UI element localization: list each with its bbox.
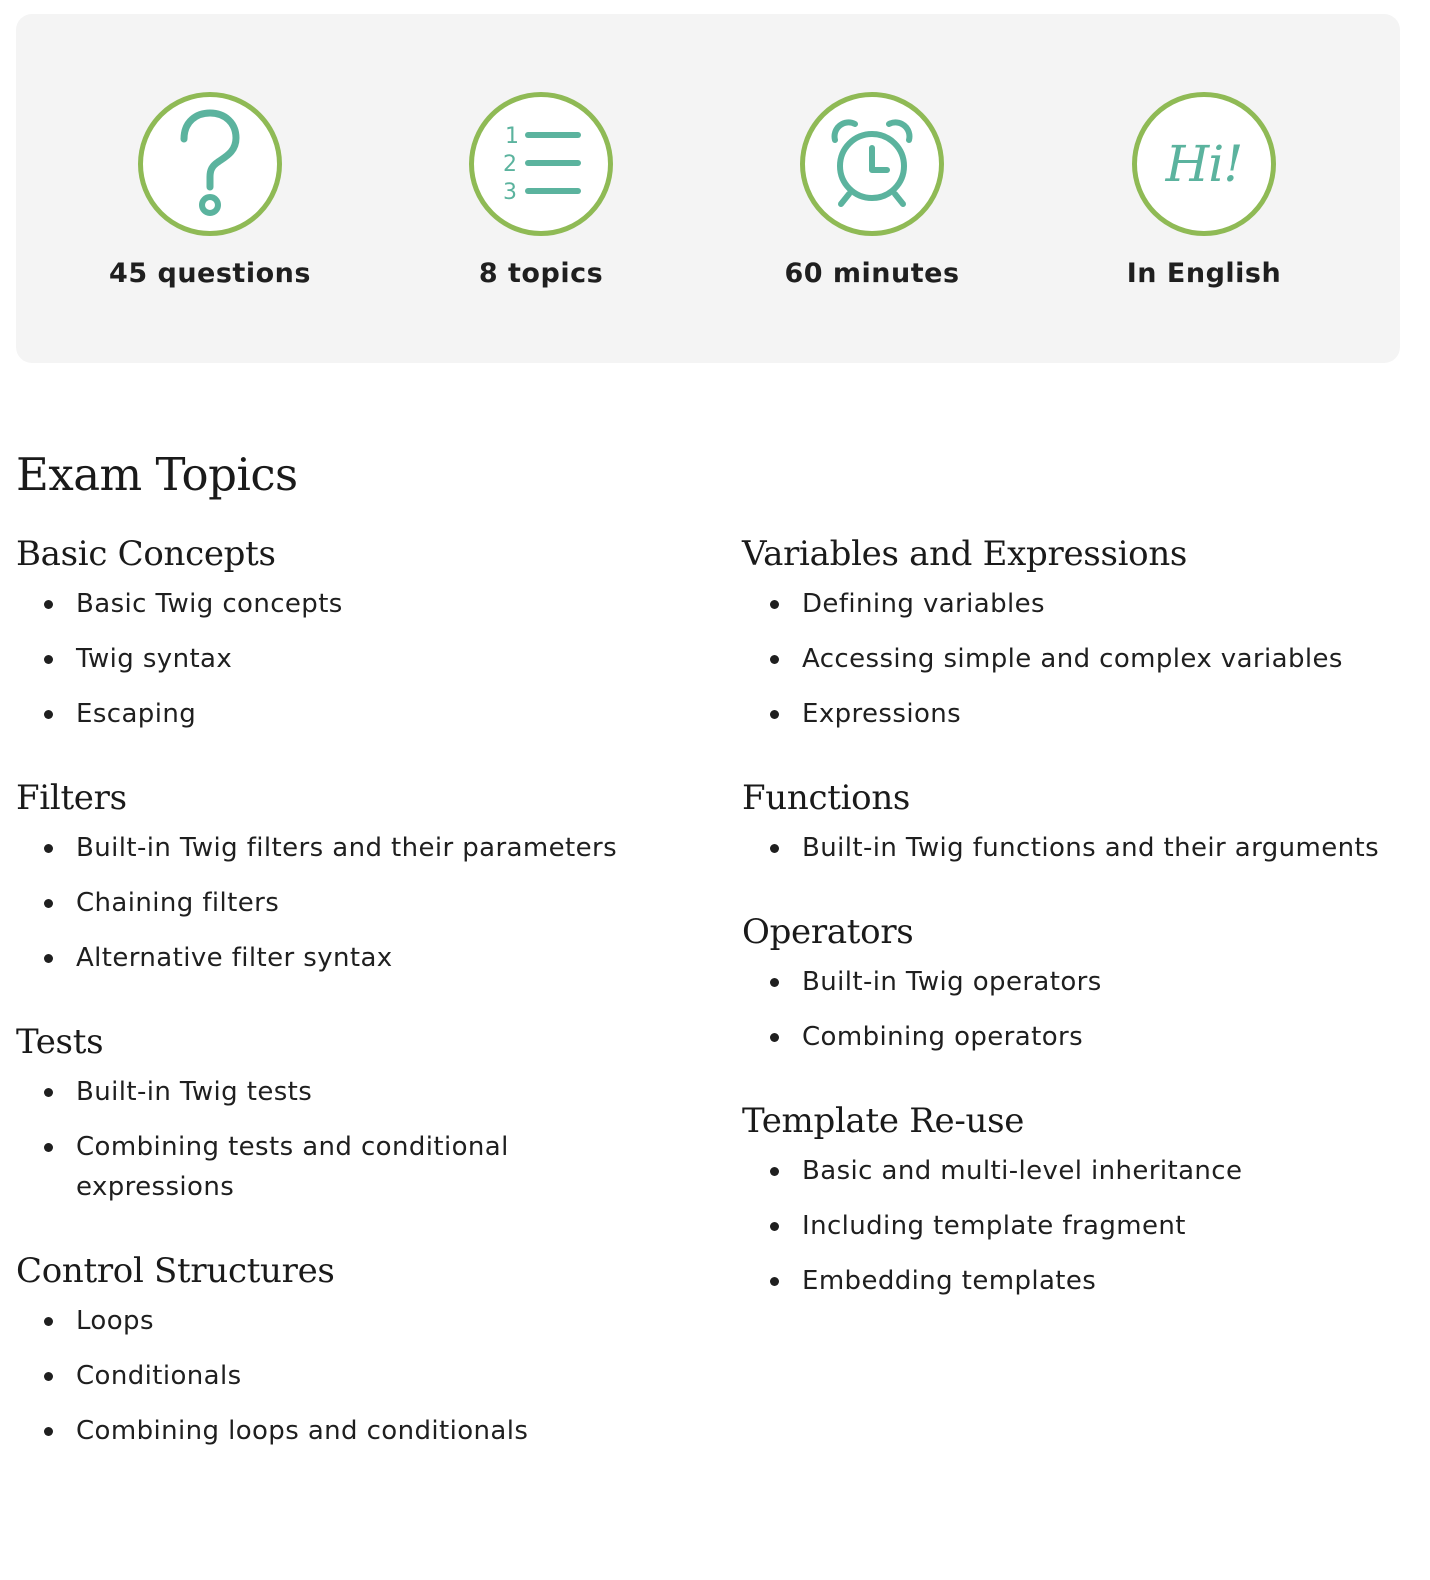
topic-title: Template Re-use bbox=[742, 1101, 1025, 1141]
list-number: 3 bbox=[503, 180, 517, 205]
topic-list: Basic Twig concepts Twig syntax Escaping bbox=[16, 584, 696, 734]
topic-variables-and-expressions: Variables and Expressions Defining varia… bbox=[742, 530, 1422, 734]
stat-language: Hi! In English bbox=[1054, 92, 1354, 289]
list-item: Loops bbox=[16, 1301, 696, 1341]
topic-tests: Tests Built-in Twig tests Combining test… bbox=[16, 1018, 696, 1207]
question-mark-icon bbox=[180, 109, 240, 216]
topic-list: Defining variables Accessing simple and … bbox=[742, 584, 1422, 734]
list-item: Combining tests and conditional expressi… bbox=[16, 1127, 546, 1207]
numbered-list-icon: 1 2 3 bbox=[503, 124, 581, 205]
stat-icon-ring: Hi! bbox=[1132, 92, 1276, 236]
stat-label: In English bbox=[1126, 258, 1282, 289]
list-item: Expressions bbox=[742, 694, 1422, 734]
stat-icon-ring: 1 2 3 bbox=[469, 92, 613, 236]
topic-template-re-use: Template Re-use Basic and multi-level in… bbox=[742, 1097, 1422, 1301]
list-item: Built-in Twig functions and their argume… bbox=[742, 828, 1422, 868]
topic-operators: Operators Built-in Twig operators Combin… bbox=[742, 908, 1422, 1057]
list-item: Built-in Twig filters and their paramete… bbox=[16, 828, 696, 868]
list-item: Built-in Twig operators bbox=[742, 962, 1422, 1002]
alarm-clock-icon bbox=[831, 119, 913, 207]
topic-control-structures: Control Structures Loops Conditionals Co… bbox=[16, 1247, 696, 1451]
topic-list: Basic and multi-level inheritance Includ… bbox=[742, 1151, 1422, 1301]
topic-basic-concepts: Basic Concepts Basic Twig concepts Twig … bbox=[16, 530, 696, 734]
page-title: Exam Topics bbox=[16, 448, 298, 501]
topic-title: Functions bbox=[742, 778, 911, 818]
topic-title: Basic Concepts bbox=[16, 534, 276, 574]
topic-title: Tests bbox=[16, 1022, 104, 1062]
list-item: Combining loops and conditionals bbox=[16, 1411, 696, 1451]
list-item: Alternative filter syntax bbox=[16, 938, 696, 978]
topic-title: Filters bbox=[16, 778, 127, 818]
list-item: Including template fragment bbox=[742, 1206, 1422, 1246]
stat-label: 45 questions bbox=[109, 258, 311, 289]
stat-minutes: 60 minutes bbox=[722, 92, 1022, 289]
stat-icon-ring bbox=[800, 92, 944, 236]
topic-title: Operators bbox=[742, 912, 914, 952]
list-number: 1 bbox=[505, 124, 519, 149]
list-item: Defining variables bbox=[742, 584, 1422, 624]
stat-icon-ring bbox=[138, 92, 282, 236]
list-item: Accessing simple and complex variables bbox=[742, 639, 1422, 679]
stat-questions: 45 questions bbox=[60, 92, 360, 289]
list-item: Embedding templates bbox=[742, 1261, 1422, 1301]
list-item: Combining operators bbox=[742, 1017, 1422, 1057]
list-item: Conditionals bbox=[16, 1356, 696, 1396]
topic-functions: Functions Built-in Twig functions and th… bbox=[742, 774, 1422, 868]
topics-column-right: Variables and Expressions Defining varia… bbox=[742, 530, 1422, 1341]
list-item: Escaping bbox=[16, 694, 696, 734]
topic-filters: Filters Built-in Twig filters and their … bbox=[16, 774, 696, 978]
list-item: Built-in Twig tests bbox=[16, 1072, 696, 1112]
stat-label: 8 topics bbox=[478, 258, 604, 289]
topic-list: Built-in Twig tests Combining tests and … bbox=[16, 1072, 696, 1207]
hi-greeting-icon: Hi! bbox=[1165, 135, 1244, 193]
stat-label: 60 minutes bbox=[784, 258, 960, 289]
topic-title: Control Structures bbox=[16, 1251, 335, 1291]
list-number: 2 bbox=[503, 152, 517, 177]
list-item: Basic and multi-level inheritance bbox=[742, 1151, 1422, 1191]
list-item: Twig syntax bbox=[16, 639, 696, 679]
topic-list: Loops Conditionals Combining loops and c… bbox=[16, 1301, 696, 1451]
exam-stats-panel: 45 questions 1 2 3 8 topics 60 minutes H… bbox=[16, 14, 1400, 363]
topic-list: Built-in Twig operators Combining operat… bbox=[742, 962, 1422, 1057]
list-item: Basic Twig concepts bbox=[16, 584, 696, 624]
list-item: Chaining filters bbox=[16, 883, 696, 923]
topics-column-left: Basic Concepts Basic Twig concepts Twig … bbox=[16, 530, 696, 1491]
topic-list: Built-in Twig filters and their paramete… bbox=[16, 828, 696, 978]
topic-list: Built-in Twig functions and their argume… bbox=[742, 828, 1422, 868]
topic-title: Variables and Expressions bbox=[742, 534, 1188, 574]
stat-topics: 1 2 3 8 topics bbox=[391, 92, 691, 289]
